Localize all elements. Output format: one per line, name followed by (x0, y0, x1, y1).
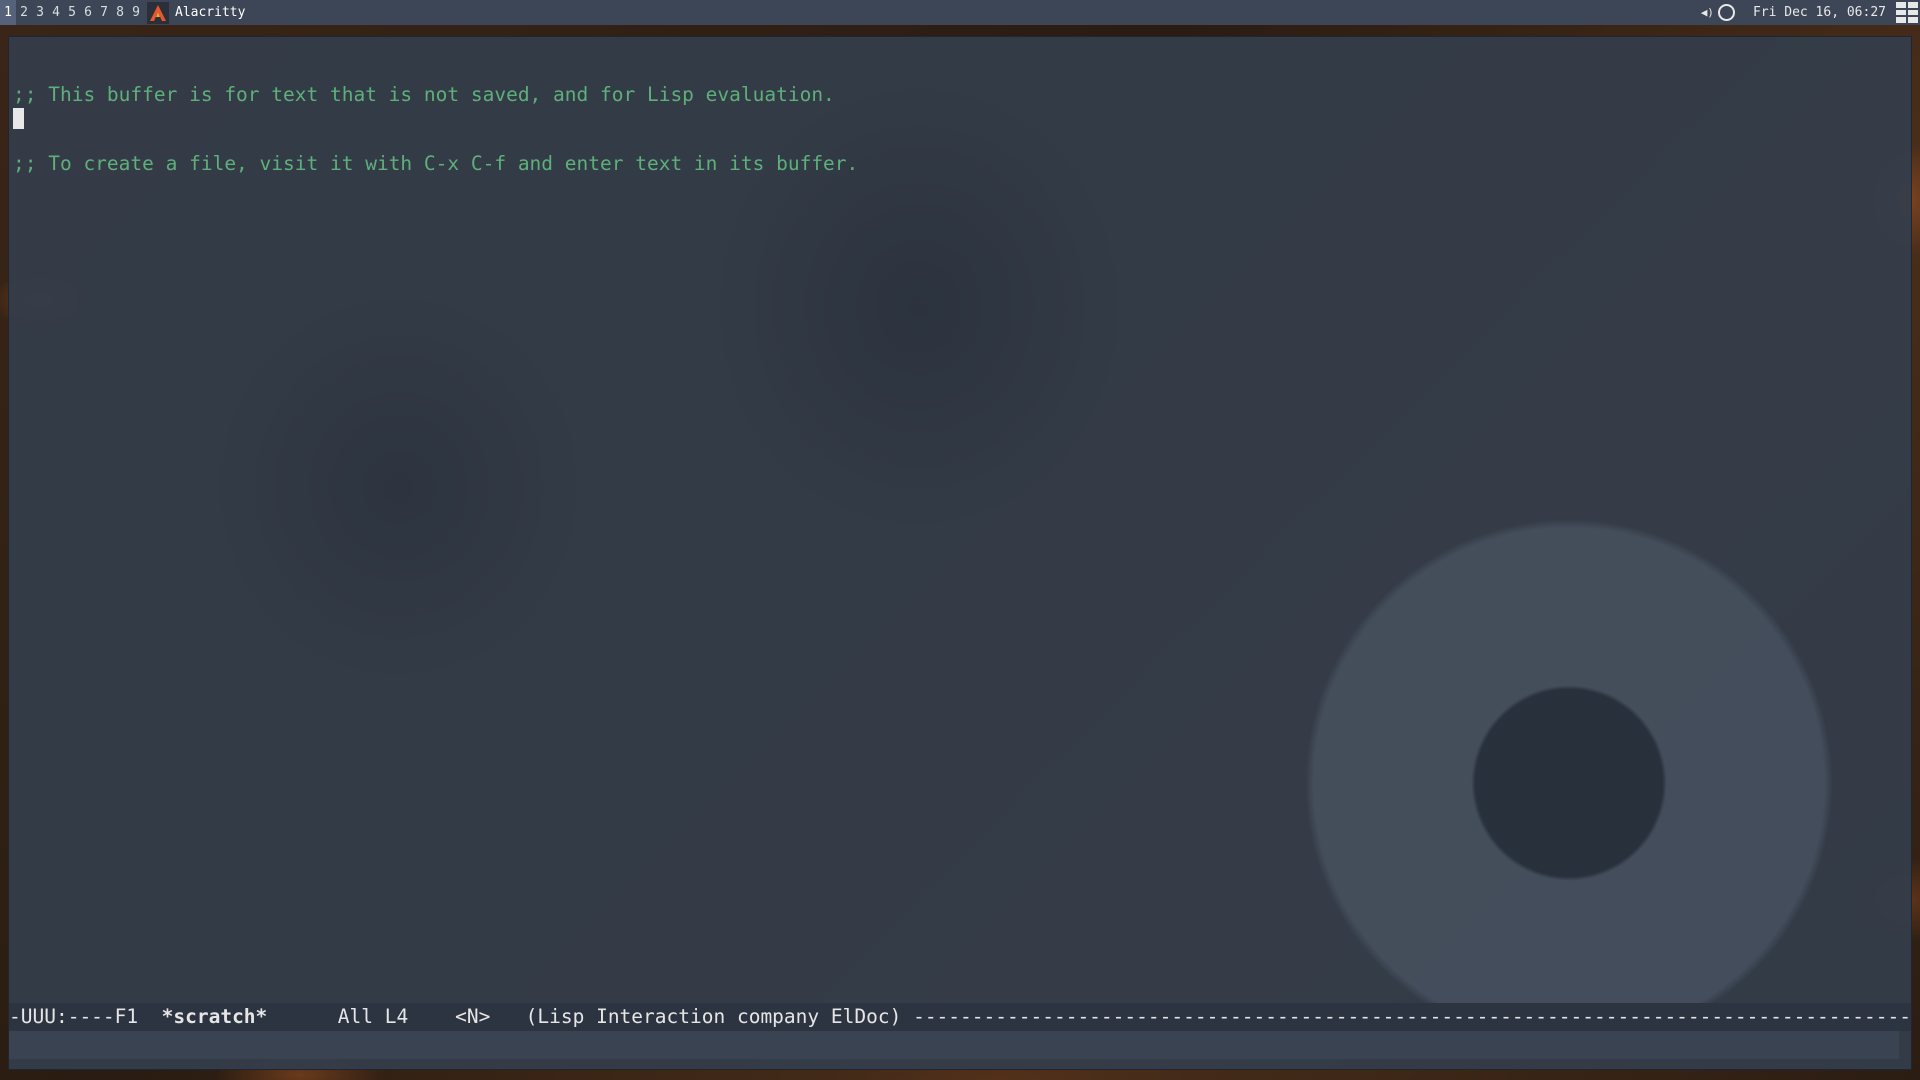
modeline-fill: ----------------------------------------… (913, 1005, 1911, 1028)
modeline-status: -UUU:----F1 (9, 1005, 139, 1028)
tag-5[interactable]: 5 (64, 0, 80, 25)
minibuffer[interactable] (9, 1031, 1899, 1059)
status-area: ◀) Fri Dec 16, 06:27 (1701, 0, 1886, 25)
tag-4[interactable]: 4 (48, 0, 64, 25)
modeline-modes[interactable]: (Lisp Interaction company ElDoc) (526, 1005, 902, 1028)
clock: Fri Dec 16, 06:27 (1752, 5, 1886, 20)
buffer-line: ;; This buffer is for text that is not s… (13, 83, 835, 106)
tag-1[interactable]: 1 (0, 0, 16, 25)
window-title: Alacritty (175, 5, 246, 20)
tag-7[interactable]: 7 (96, 0, 112, 25)
emacs-frame: ;; This buffer is for text that is not s… (8, 36, 1912, 1070)
top-bar: 1 2 3 4 5 6 7 8 9 Alacritty ◀) Fri Dec 1… (0, 0, 1920, 25)
volume-icon[interactable]: ◀) (1701, 6, 1714, 19)
circle-icon[interactable] (1717, 4, 1735, 21)
tag-3[interactable]: 3 (32, 0, 48, 25)
tag-9[interactable]: 9 (128, 0, 144, 25)
tag-6[interactable]: 6 (80, 0, 96, 25)
modeline-buffer-name[interactable]: *scratch* (162, 1005, 268, 1028)
scratch-buffer[interactable]: ;; This buffer is for text that is not s… (13, 37, 1903, 1003)
modeline-position: All L4 (337, 1005, 409, 1028)
alacritty-icon (147, 1, 169, 24)
mode-line: -UUU:----F1 *scratch* All L4 <N> (Lisp I… (9, 1003, 1911, 1031)
buffer-line: ;; To create a file, visit it with C-x C… (13, 152, 859, 175)
modeline-evil-state: <N> (455, 1005, 491, 1028)
tag-2[interactable]: 2 (16, 0, 32, 25)
tag-8[interactable]: 8 (112, 0, 128, 25)
text-cursor (13, 108, 24, 129)
workspace-tags: 1 2 3 4 5 6 7 8 9 (0, 0, 144, 25)
layout-grid-icon[interactable] (1896, 2, 1918, 23)
